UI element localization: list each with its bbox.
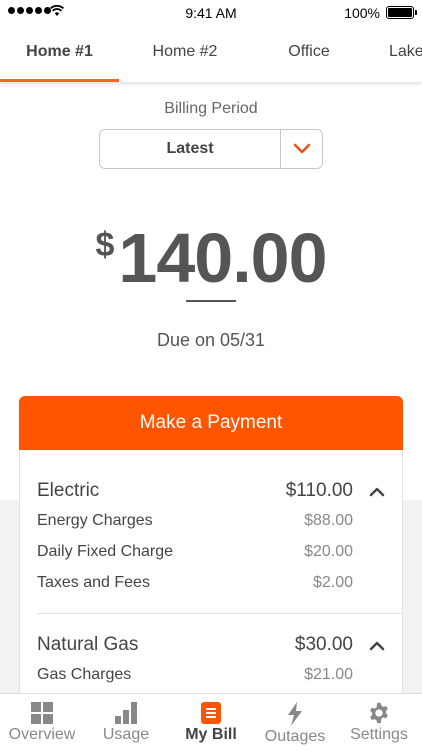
tab-office[interactable]: Office [250, 26, 368, 82]
bill-content[interactable]: Billing Period Latest $140.00 Due on 05/… [0, 82, 422, 693]
chevron-down-icon[interactable] [281, 130, 323, 168]
chevron-up-icon[interactable] [367, 638, 387, 654]
tab-lake[interactable]: Lake [389, 26, 422, 82]
line-item: Energy Charges $88.00 [37, 512, 353, 529]
group-divider [37, 613, 403, 614]
bar-chart-icon [84, 702, 168, 726]
billing-period-label: Billing Period [164, 100, 258, 117]
active-tab-indicator [0, 79, 119, 82]
line-item: Gas Charges $21.00 [37, 666, 353, 683]
line-item: Taxes and Fees $2.00 [37, 574, 353, 591]
grid-icon [0, 702, 84, 726]
battery-icon [386, 6, 417, 19]
currency-symbol: $ [95, 226, 115, 264]
lightning-icon [253, 702, 337, 726]
due-date: Due on 05/31 [156, 330, 266, 350]
nav-outages[interactable]: Outages [253, 694, 337, 750]
group-title: Natural Gas [37, 634, 139, 655]
charges-breakdown: Electric $110.00 Energy Charges $88.00 D… [19, 450, 403, 693]
nav-settings[interactable]: Settings [337, 694, 421, 750]
nav-my-bill[interactable]: My Bill [169, 694, 253, 750]
amount-underline [186, 300, 236, 302]
billing-period-value: Latest [166, 140, 214, 157]
battery-percent: 100% [344, 5, 380, 21]
amount-value: 140.00 [118, 219, 327, 297]
tab-home-1[interactable]: Home #1 [0, 26, 119, 82]
group-title: Electric [37, 480, 100, 501]
billing-period-dropdown[interactable]: Latest [99, 129, 323, 169]
account-tabs: Home #1 Home #2 Office Lake [0, 26, 422, 82]
nav-overview[interactable]: Overview [0, 694, 84, 750]
status-bar: 9:41 AM 100% [0, 0, 422, 26]
make-payment-button[interactable]: Make a Payment [19, 396, 403, 450]
bill-icon [169, 702, 253, 726]
charge-group-natural-gas[interactable]: Natural Gas $30.00 [37, 634, 387, 662]
group-total: $110.00 [285, 480, 353, 501]
bottom-tab-bar: Overview Usage My Bill Outages Settings [0, 693, 422, 750]
gear-icon [337, 702, 421, 726]
charge-group-electric[interactable]: Electric $110.00 [37, 480, 387, 508]
tab-home-2[interactable]: Home #2 [125, 26, 245, 82]
nav-usage[interactable]: Usage [84, 694, 168, 750]
line-item: Daily Fixed Charge $20.00 [37, 543, 353, 560]
group-total: $30.00 [294, 634, 353, 655]
chevron-up-icon[interactable] [367, 484, 387, 500]
bill-amount: $140.00 [0, 218, 422, 298]
